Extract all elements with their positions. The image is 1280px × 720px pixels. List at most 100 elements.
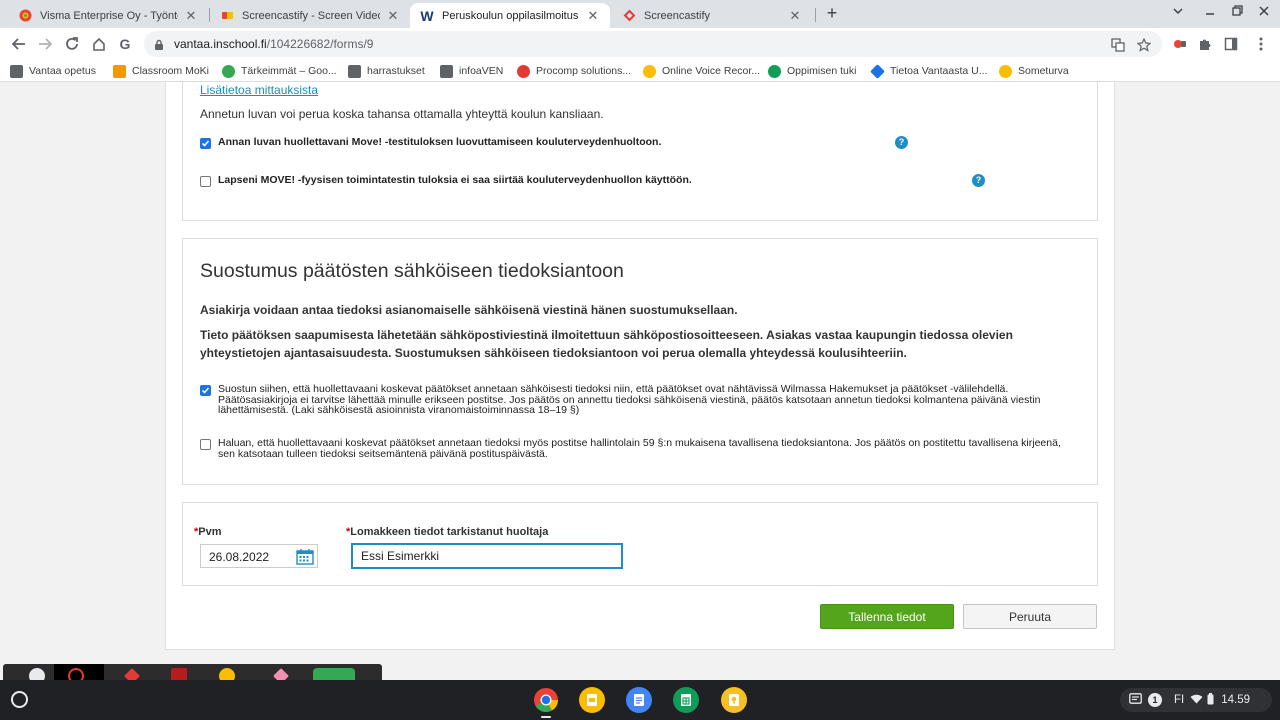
screencastify-extension-icon[interactable]	[1172, 36, 1188, 52]
bookmark-procomp[interactable]: Procomp solutions...	[517, 63, 631, 79]
help-question-icon[interactable]: ?	[972, 174, 985, 187]
status-tray[interactable]: 1 FI 14.59	[1120, 688, 1272, 712]
close-icon[interactable]: ✕	[586, 8, 600, 24]
bookmark-tietoa-vantaasta[interactable]: Tietoa Vantaasta U...	[870, 63, 988, 79]
bookmark-infoaven[interactable]: infoaVEN	[440, 63, 503, 79]
cursor-icon[interactable]	[273, 668, 289, 680]
bookmark-voice-recorder[interactable]: Online Voice Recor...	[643, 63, 760, 79]
bookmark-label: Tärkeimmät – Goo...	[241, 65, 337, 77]
google-g-icon[interactable]: G	[115, 34, 135, 54]
url-text: vantaa.inschool.fi/104226682/forms/9	[174, 37, 373, 51]
os-shelf: 1 FI 14.59	[0, 680, 1280, 720]
record-icon[interactable]	[68, 668, 84, 680]
drive-icon	[222, 64, 235, 78]
clipboard-icon[interactable]	[1129, 693, 1142, 707]
notification-count-badge[interactable]: 1	[1148, 693, 1162, 707]
tab-title: Screencastify	[644, 9, 711, 22]
locale-indicator: FI	[1174, 694, 1185, 706]
tab-screencastify-rec[interactable]: Screencastify - Screen Video Rec ✕	[210, 3, 410, 28]
move-consent-panel: Lisätietoa mittauksista Annetun luvan vo…	[182, 82, 1098, 221]
bookmark-harrastukset[interactable]: harrastukset	[348, 63, 425, 79]
postal-consent-checkbox[interactable]	[200, 439, 211, 450]
home-icon[interactable]	[89, 34, 109, 54]
checker-name-input[interactable]	[351, 543, 623, 569]
bookmark-label: Procomp solutions...	[536, 65, 632, 77]
tab-visma[interactable]: Visma Enterprise Oy - Työntekijä ✕	[8, 3, 208, 28]
visma-favicon-icon	[18, 9, 32, 23]
keep-slides-app-icon[interactable]	[579, 687, 605, 713]
docs-app-icon[interactable]	[626, 687, 652, 713]
date-field[interactable]: 26.08.2022	[200, 544, 318, 568]
measure-info-link[interactable]: Lisätietoa mittauksista	[200, 83, 318, 97]
finish-recording-button[interactable]	[313, 668, 355, 680]
save-button[interactable]: Tallenna tiedot	[820, 604, 954, 629]
cancel-button[interactable]: Peruuta	[963, 604, 1097, 629]
revoke-text: Annetun luvan voi perua koska tahansa ot…	[200, 107, 604, 121]
pause-icon[interactable]	[29, 668, 45, 680]
tab-screencastify[interactable]: Screencastify ✕	[612, 3, 812, 28]
launcher-icon[interactable]	[11, 691, 28, 708]
forward-arrow-icon[interactable]	[35, 34, 55, 54]
bookmark-tarkeimmat[interactable]: Tärkeimmät – Goo...	[222, 63, 337, 79]
move-allow-option[interactable]: Annan luvan huollettavani Move! -testitu…	[200, 137, 661, 149]
url-host: vantaa.inschool.fi	[174, 37, 267, 51]
chrome-app-icon[interactable]	[533, 687, 559, 713]
bookmark-label: Classroom MoKi	[132, 65, 210, 77]
move-deny-option[interactable]: Lapseni MOVE! -fyysisen toimintatestin t…	[200, 175, 692, 187]
bookmark-label: infoaVEN	[459, 65, 504, 77]
restore-icon[interactable]	[1229, 5, 1245, 19]
browser-toolbar: G vantaa.inschool.fi/104226682/forms/9	[0, 28, 1280, 60]
tab-peruskoulu[interactable]: W Peruskoulun oppilasilmoitus - W ✕	[410, 3, 610, 28]
bookmark-vantaa-opetus[interactable]: Vantaa opetus	[10, 63, 96, 79]
active-app-indicator	[541, 716, 551, 718]
electronic-consent-option[interactable]: Suostun siihen, että huollettavaani kosk…	[200, 384, 1080, 416]
new-tab-button[interactable]: +	[822, 4, 842, 24]
move-deny-checkbox[interactable]	[200, 176, 211, 187]
checker-label: *Lomakkeen tiedot tarkistanut huoltaja	[346, 526, 548, 538]
close-icon[interactable]: ✕	[788, 8, 802, 24]
lock-icon	[154, 38, 164, 56]
bookmarks-bar: Vantaa opetus Classroom MoKi Tärkeimmät …	[0, 60, 1280, 82]
date-label-text: Pvm	[198, 526, 222, 538]
bookmark-oppimisen-tuki[interactable]: Oppimisen tuki	[768, 63, 856, 79]
close-icon[interactable]: ✕	[184, 8, 198, 24]
screencastify-recording-toolbar[interactable]	[3, 664, 382, 680]
bookmark-classroom[interactable]: Classroom MoKi	[113, 63, 209, 79]
sites-icon	[768, 64, 781, 78]
highlighter-icon[interactable]	[219, 668, 235, 680]
electronic-consent-checkbox[interactable]	[200, 385, 211, 396]
date-label: *Pvm	[194, 526, 222, 538]
eraser-icon[interactable]	[171, 668, 187, 680]
translate-icon[interactable]	[1110, 37, 1126, 53]
bookmark-someturva[interactable]: Someturva	[999, 63, 1069, 79]
battery-icon	[1207, 692, 1214, 708]
help-question-icon[interactable]: ?	[895, 136, 908, 149]
close-icon[interactable]: ✕	[386, 8, 400, 24]
form-container: Lisätietoa mittauksista Annetun luvan vo…	[165, 82, 1115, 650]
move-allow-label: Annan luvan huollettavani Move! -testitu…	[218, 136, 662, 148]
close-window-icon[interactable]	[1256, 5, 1272, 19]
minimize-icon[interactable]	[1202, 5, 1218, 19]
address-bar[interactable]: vantaa.inschool.fi/104226682/forms/9	[144, 31, 1162, 57]
wilma-favicon-icon: W	[420, 7, 434, 24]
side-panel-icon[interactable]	[1223, 36, 1239, 52]
back-arrow-icon[interactable]	[9, 34, 29, 54]
keep-app-icon[interactable]	[721, 687, 747, 713]
move-allow-checkbox[interactable]	[200, 138, 211, 149]
bookmark-label: Tietoa Vantaasta U...	[890, 65, 988, 77]
bookmark-label: Oppimisen tuki	[787, 65, 857, 77]
menu-dots-icon[interactable]	[1253, 36, 1269, 52]
tab-search-chevron-icon[interactable]	[1170, 5, 1186, 19]
pen-icon[interactable]	[124, 668, 140, 680]
extensions-puzzle-icon[interactable]	[1197, 36, 1213, 52]
clock-time: 14.59	[1221, 694, 1251, 706]
vantaa-icon	[870, 63, 885, 79]
reload-icon[interactable]	[62, 34, 82, 54]
sheets-app-icon[interactable]	[673, 687, 699, 713]
bookmark-star-icon[interactable]	[1136, 37, 1152, 53]
calendar-icon[interactable]	[296, 548, 314, 570]
electronic-consent-label: Suostun siihen, että huollettavaani kosk…	[218, 383, 1041, 416]
page-viewport: Lisätietoa mittauksista Annetun luvan vo…	[0, 82, 1280, 680]
move-deny-label: Lapseni MOVE! -fyysisen toimintatestin t…	[218, 174, 692, 186]
postal-consent-option[interactable]: Haluan, että huollettavaani koskevat pää…	[200, 438, 1080, 459]
